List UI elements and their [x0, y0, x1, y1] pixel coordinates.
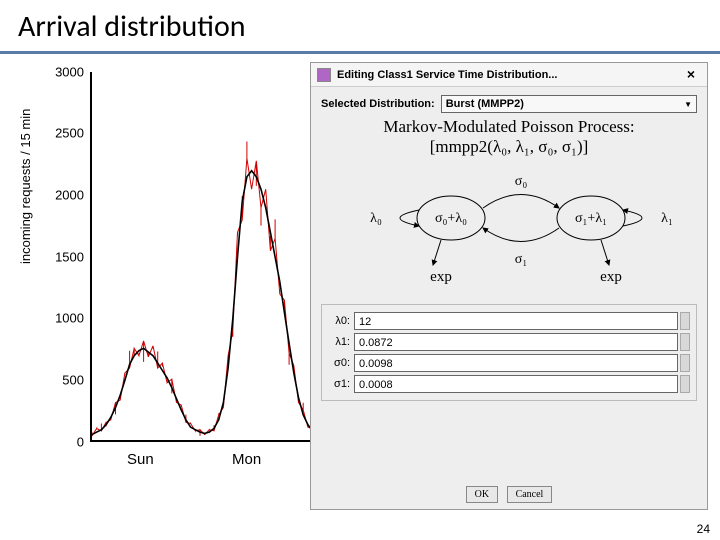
page-number: 24 [697, 522, 710, 536]
cancel-button[interactable]: Cancel [507, 486, 553, 503]
y-tick: 500 [44, 373, 84, 388]
sigma0-input[interactable]: 0.0098 [354, 354, 678, 372]
param-label-sigma1: σ1: [328, 378, 354, 390]
svg-text:exp: exp [430, 269, 452, 285]
y-tick: 0 [44, 435, 84, 450]
spinner-icon[interactable] [680, 375, 690, 393]
spinner-icon[interactable] [680, 312, 690, 330]
spinner-icon[interactable] [680, 354, 690, 372]
chart-lines [92, 72, 322, 442]
lambda1-input[interactable]: 0.0872 [354, 333, 678, 351]
dist-value: Burst (MMPP2) [446, 98, 524, 110]
close-icon[interactable]: × [681, 65, 701, 85]
y-axis-label: incoming requests / 15 min [18, 109, 33, 264]
mmpp-title: Markov-Modulated Poisson Process: [321, 117, 697, 137]
title-divider [0, 51, 720, 54]
state0-label: σ₀+λ₀ [435, 211, 467, 226]
x-tick-mon: Mon [232, 451, 261, 468]
param-section: λ0: 12 λ1: 0.0872 σ0: 0.0098 σ1: 0.0008 [321, 304, 697, 401]
lambda0-input[interactable]: 12 [354, 312, 678, 330]
svg-text:λ₁: λ₁ [661, 211, 673, 226]
distribution-select[interactable]: Burst (MMPP2) ▼ [441, 95, 697, 113]
slide-title: Arrival distribution [0, 0, 720, 51]
y-tick: 1500 [44, 250, 84, 265]
sigma1-input[interactable]: 0.0008 [354, 375, 678, 393]
dist-label: Selected Distribution: [321, 98, 435, 110]
dialog-titlebar[interactable]: Editing Class1 Service Time Distribution… [311, 63, 707, 87]
chevron-down-icon: ▼ [684, 100, 692, 109]
state1-label: σ₁+λ₁ [575, 211, 607, 226]
mmpp-diagram: σ₀+λ₀ σ₁+λ₁ σ₀ σ₁ λ₀ λ₁ exp [321, 163, 701, 293]
param-label-lambda1: λ1: [328, 336, 354, 348]
app-icon [317, 68, 331, 82]
y-tick: 3000 [44, 65, 84, 80]
svg-text:exp: exp [600, 269, 622, 285]
param-label-sigma0: σ0: [328, 357, 354, 369]
param-label-lambda0: λ0: [328, 315, 354, 327]
spinner-icon[interactable] [680, 333, 690, 351]
y-tick: 1000 [44, 311, 84, 326]
plot-area: Sun Mon [90, 72, 320, 442]
svg-text:σ₁: σ₁ [515, 252, 527, 267]
dialog-title: Editing Class1 Service Time Distribution… [337, 69, 557, 81]
arrival-chart: incoming requests / 15 min 3000 2500 200… [32, 64, 332, 484]
x-tick-sun: Sun [127, 451, 154, 468]
svg-text:λ₀: λ₀ [370, 211, 382, 226]
ok-button[interactable]: OK [466, 486, 498, 503]
y-tick: 2500 [44, 126, 84, 141]
y-ticks: 3000 2500 2000 1500 1000 500 0 [46, 72, 86, 442]
svg-text:σ₀: σ₀ [515, 174, 528, 189]
distribution-dialog: Editing Class1 Service Time Distribution… [310, 62, 708, 510]
y-tick: 2000 [44, 188, 84, 203]
mmpp-formula: [mmpp2(λ₀, λ₁, σ₀, σ₁)] [321, 137, 697, 157]
